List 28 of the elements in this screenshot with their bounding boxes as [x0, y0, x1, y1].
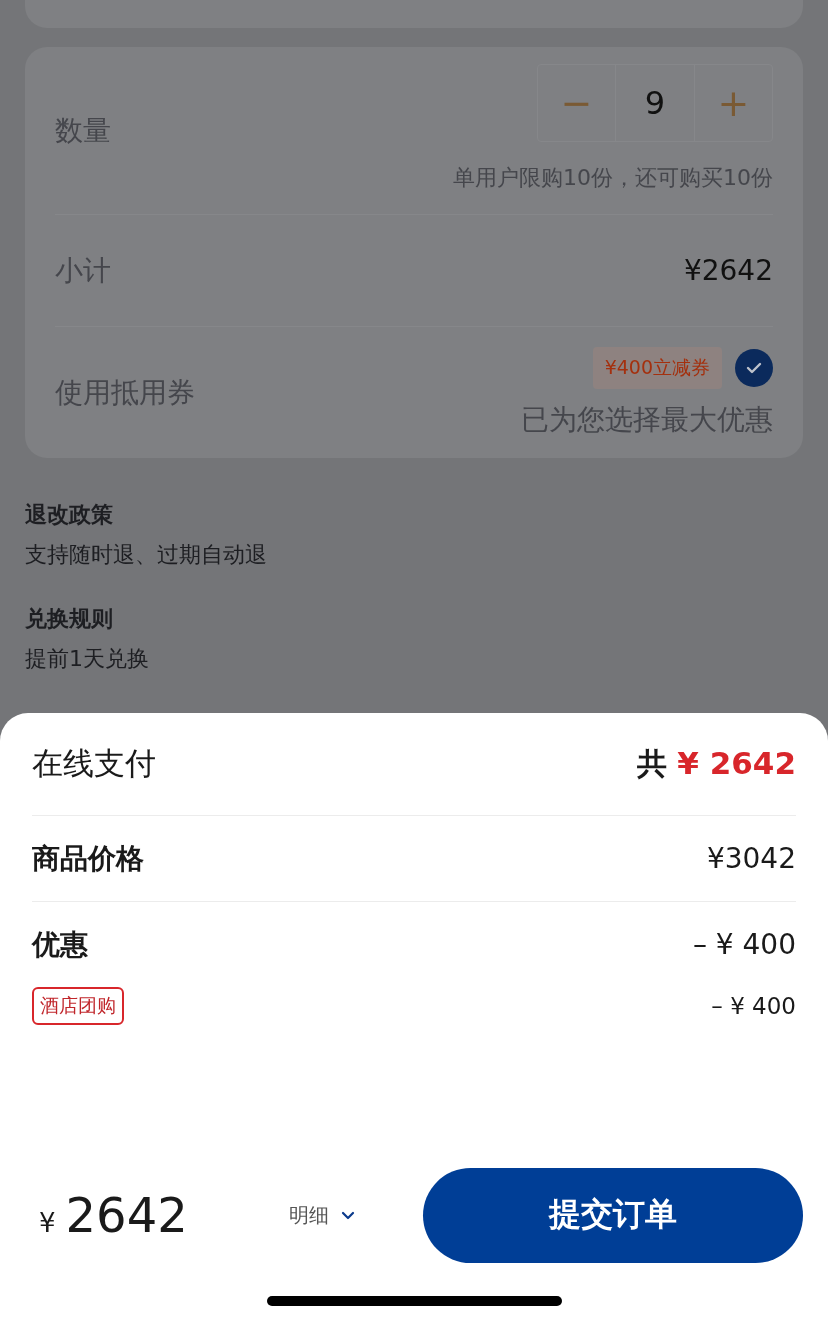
- total-amount: ¥ 2642: [677, 744, 796, 781]
- sheet-title: 在线支付: [32, 744, 156, 783]
- coupon-checkbox[interactable]: [735, 348, 773, 387]
- discount-tag: 酒店团购: [32, 987, 124, 1025]
- price-label: 商品价格: [32, 840, 144, 877]
- limit-note: 单用户限购10份，还可购买10份: [453, 164, 773, 192]
- details-toggle[interactable]: 明细: [289, 1201, 423, 1229]
- total-prefix: 共: [637, 744, 668, 783]
- total-amount: 2642: [65, 1187, 188, 1243]
- quantity-value: 9: [643, 83, 667, 124]
- price-value: – ¥ 400: [692, 928, 796, 961]
- discount-value: – ¥ 400: [711, 993, 796, 1019]
- price-value: ¥3042: [706, 842, 796, 875]
- quantity-label: 数量: [55, 113, 111, 149]
- policy-text: 提前1天兑换: [25, 645, 150, 673]
- policy-title: 兑换规则: [25, 605, 114, 633]
- price-label: 优惠: [32, 926, 88, 963]
- coupon-note: 已为您选择最大优惠: [521, 401, 773, 438]
- policy-title: 退改政策: [25, 501, 114, 529]
- submit-button[interactable]: 提交订单: [423, 1167, 803, 1263]
- subtotal-label: 小计: [55, 252, 111, 289]
- policy-text: 支持随时退、过期自动退: [25, 541, 268, 569]
- coupon-label: 使用抵用券: [55, 374, 195, 411]
- checkmark-icon: [746, 361, 762, 374]
- chevron-icon: [341, 1210, 355, 1220]
- subtotal-value: ¥2642: [683, 254, 773, 287]
- currency-symbol: ¥: [39, 1208, 56, 1238]
- coupon-tag: ¥400立减券: [592, 346, 722, 389]
